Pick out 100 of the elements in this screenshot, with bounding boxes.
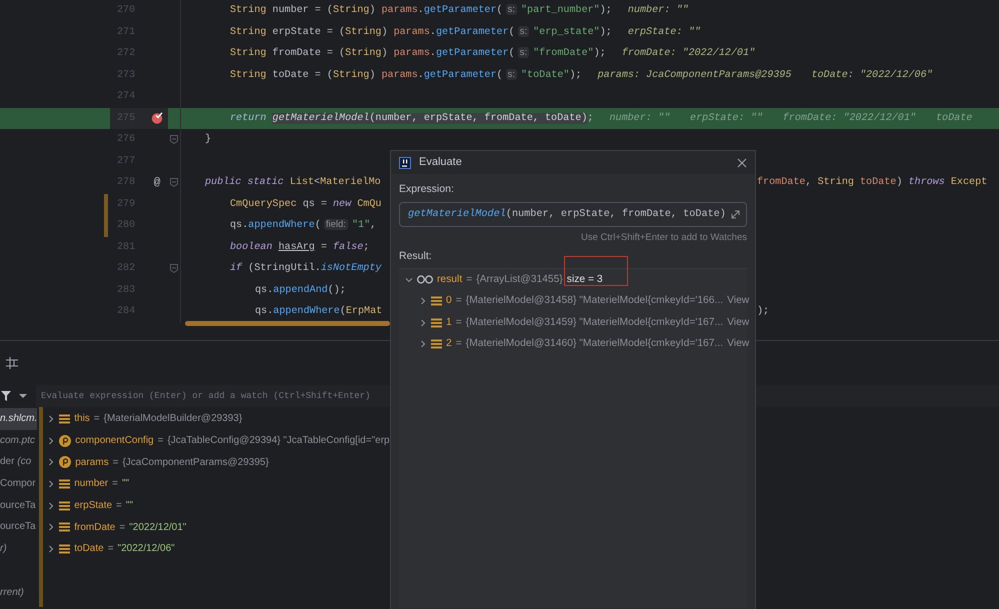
horizontal-scrollbar[interactable] <box>185 321 390 326</box>
app-logo-icon <box>399 156 411 168</box>
expand-chevron-icon[interactable] <box>47 523 56 532</box>
code-line: qs.appendWhere( field: "1", <box>230 220 376 232</box>
result-label: Result: <box>399 250 432 262</box>
collection-size: size = 3 <box>566 274 603 285</box>
list-icon <box>59 478 70 489</box>
variable-name: toDate <box>74 542 104 556</box>
inline-value: toDate: "2022/12/06" <box>811 68 933 83</box>
code-line: CmQuerySpec qs = new CmQu <box>230 198 382 210</box>
expression-field[interactable]: getMaterielModel(number, erpState, fromDate, toDate) <box>399 202 747 227</box>
code-line: public static List<MaterielMo <box>205 177 381 188</box>
list-icon <box>59 500 70 511</box>
variable-value: {MaterialModelBuilder@29393} <box>104 412 242 426</box>
stack-frame[interactable]: rrent) <box>0 582 38 604</box>
equals-sign: = <box>112 477 118 492</box>
stack-frame[interactable]: ourceTa <box>0 494 38 516</box>
inline-value: erpState: "" <box>628 26 701 40</box>
equals-sign: = <box>94 412 100 426</box>
code-line: ); <box>757 304 770 320</box>
expand-chevron-icon[interactable] <box>47 436 56 445</box>
code-line: } <box>205 134 212 146</box>
shortcut-hint: Use Ctrl+Shift+Enter to add to Watches <box>581 232 747 243</box>
code-line: qs.appendAnd(); <box>255 284 346 296</box>
gutter-mark[interactable]: @ <box>154 174 160 191</box>
variable-name: componentConfig <box>75 434 154 448</box>
equals-sign: = <box>112 456 118 470</box>
variable-value: {MaterielModel@31460} "MaterielModel{cmkeyId='167... <box>466 337 724 352</box>
inline-value: toDate <box>936 112 972 126</box>
code-line: qs.appendWhere(ErpMat <box>255 306 382 318</box>
code-line: String number = (String) params.getParameter( s: "part_number"); <box>230 5 612 16</box>
variable-name: 1 <box>446 316 452 330</box>
variable-name: number <box>74 477 108 492</box>
inline-value: erpState: "" <box>690 112 763 126</box>
code-line: boolean hasArg = false; <box>230 242 370 253</box>
variable-name: fromDate <box>74 520 116 535</box>
variable-name: 2 <box>446 337 452 352</box>
variable-value: "" <box>122 477 130 492</box>
filter-icon[interactable] <box>1 391 11 401</box>
field-icon <box>59 434 72 447</box>
inline-value: params: JcaComponentParams@29395 <box>598 68 792 83</box>
breakpoint-icon[interactable] <box>151 112 163 124</box>
equals-sign: = <box>456 337 462 352</box>
stack-frame[interactable]: ourceTa <box>0 516 38 538</box>
inline-value: number: "" <box>609 112 670 126</box>
equals-sign: = <box>466 272 472 287</box>
expand-chevron-icon[interactable] <box>47 544 56 553</box>
variable-value: "" <box>126 499 133 514</box>
expand-chevron-icon[interactable] <box>419 297 427 305</box>
code-line: String toDate = (String) params.getParameter( s: "toDate"); <box>230 70 582 81</box>
code-line: if (StringUtil.isNotEmpty <box>230 263 382 274</box>
code-line: String fromDate = (String) params.getParameter( s: "fromDate"); <box>230 48 606 60</box>
dialog-title: Evaluate <box>419 155 462 170</box>
expression-label: Expression: <box>399 183 454 195</box>
close-icon[interactable] <box>737 158 747 168</box>
variable-value: "2022/12/01" <box>129 520 186 535</box>
stack-frame[interactable]: com.ptc <box>0 430 38 452</box>
expand-chevron-icon[interactable] <box>47 414 56 423</box>
dropdown-caret-icon[interactable] <box>19 393 27 399</box>
equals-sign: = <box>456 294 462 308</box>
expand-chevron-icon[interactable] <box>405 276 413 284</box>
field-icon <box>59 456 72 468</box>
expand-chevron-icon[interactable] <box>47 502 56 510</box>
layout-icon[interactable] <box>6 357 18 369</box>
list-icon <box>59 522 70 532</box>
view-link[interactable]: View <box>727 314 750 330</box>
variable-value: {ArrayList@31455} <box>476 272 563 287</box>
equals-sign: = <box>456 316 462 330</box>
variable-value: {JcaTableConfig@29394} "JcaTableConfig[id="erp. <box>167 434 392 448</box>
list-icon <box>59 544 70 554</box>
stack-frame[interactable]: der (co <box>0 451 38 474</box>
stack-frame[interactable]: Compor <box>0 473 38 495</box>
view-link[interactable]: View <box>727 336 750 352</box>
variable-name: this <box>74 412 90 426</box>
stack-frame[interactable]: n.shlcm. <box>0 408 38 430</box>
inline-value: fromDate: "2022/12/01" <box>622 46 756 62</box>
variable-name: 0 <box>446 294 452 308</box>
variable-value: {JcaComponentParams@29395} <box>122 456 269 470</box>
expand-chevron-icon[interactable] <box>47 458 56 466</box>
expand-chevron-icon[interactable] <box>419 340 427 348</box>
list-icon <box>431 296 442 306</box>
stack-frame[interactable]: r) <box>0 538 38 560</box>
code-line: String erpState = (String) params.getParameter( s: "erp_state"); <box>230 26 612 38</box>
expand-icon[interactable] <box>731 210 740 219</box>
variable-name: result <box>437 272 462 287</box>
expand-chevron-icon[interactable] <box>419 318 427 326</box>
inline-value: number: "" <box>628 4 688 18</box>
variable-name: params <box>75 456 109 470</box>
equals-sign: = <box>119 520 126 535</box>
equals-sign: = <box>108 542 114 556</box>
equals-sign: = <box>158 434 164 448</box>
code-line: return getMaterielModel(number, erpState, fromDate, toDate); <box>230 112 594 124</box>
view-link[interactable]: View <box>727 293 750 309</box>
variable-value: "2022/12/06" <box>118 542 175 556</box>
variable-name: erpState <box>74 499 112 514</box>
list-icon <box>431 318 442 328</box>
expand-chevron-icon[interactable] <box>47 480 56 488</box>
variable-value: {MaterielModel@31458} "MaterielModel{cmkeyId='166... <box>466 294 724 308</box>
list-icon <box>431 339 442 349</box>
list-icon <box>59 414 70 424</box>
